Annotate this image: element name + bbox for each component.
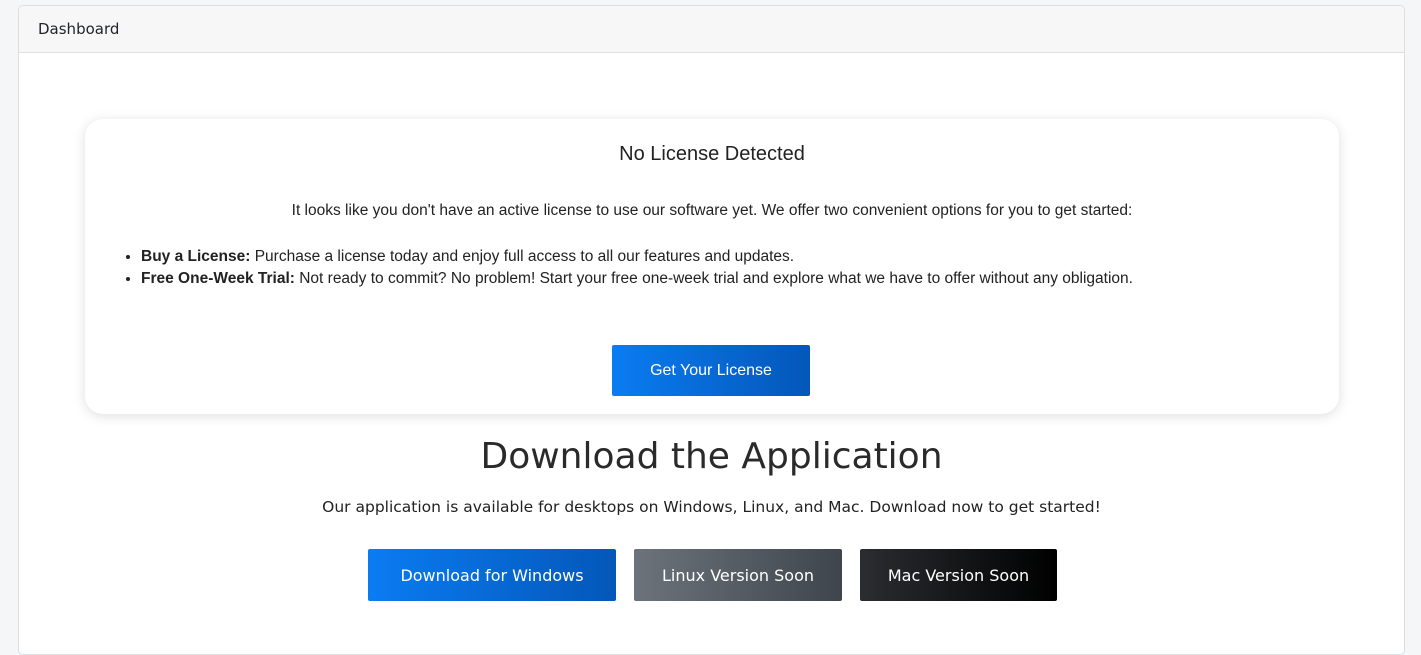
dashboard-panel: Dashboard No License Detected It looks l… (18, 5, 1405, 655)
license-description: It looks like you don't have an active l… (291, 202, 1133, 219)
option-label: Buy a License: (141, 248, 251, 265)
option-text: Not ready to commit? No problem! Start y… (294, 270, 1133, 287)
option-text: Purchase a license today and enjoy full … (250, 248, 795, 265)
panel-title: Dashboard (38, 20, 120, 38)
download-description: Our application is available for desktop… (322, 498, 1101, 516)
linux-version-button[interactable]: Linux Version Soon (634, 549, 842, 601)
get-license-button[interactable]: Get Your License (612, 345, 810, 396)
list-item: Buy a License: Purchase a license today … (141, 246, 1281, 268)
mac-version-button[interactable]: Mac Version Soon (860, 549, 1057, 601)
license-options-list: Buy a License: Purchase a license today … (123, 246, 1281, 290)
download-windows-button[interactable]: Download for Windows (368, 549, 616, 601)
panel-header: Dashboard (19, 6, 1404, 53)
license-card: No License Detected It looks like you do… (85, 119, 1339, 414)
download-title: Download the Application (480, 436, 943, 477)
option-label: Free One-Week Trial: (141, 270, 295, 287)
license-title: No License Detected (619, 143, 805, 165)
list-item: Free One-Week Trial: Not ready to commit… (141, 268, 1281, 290)
